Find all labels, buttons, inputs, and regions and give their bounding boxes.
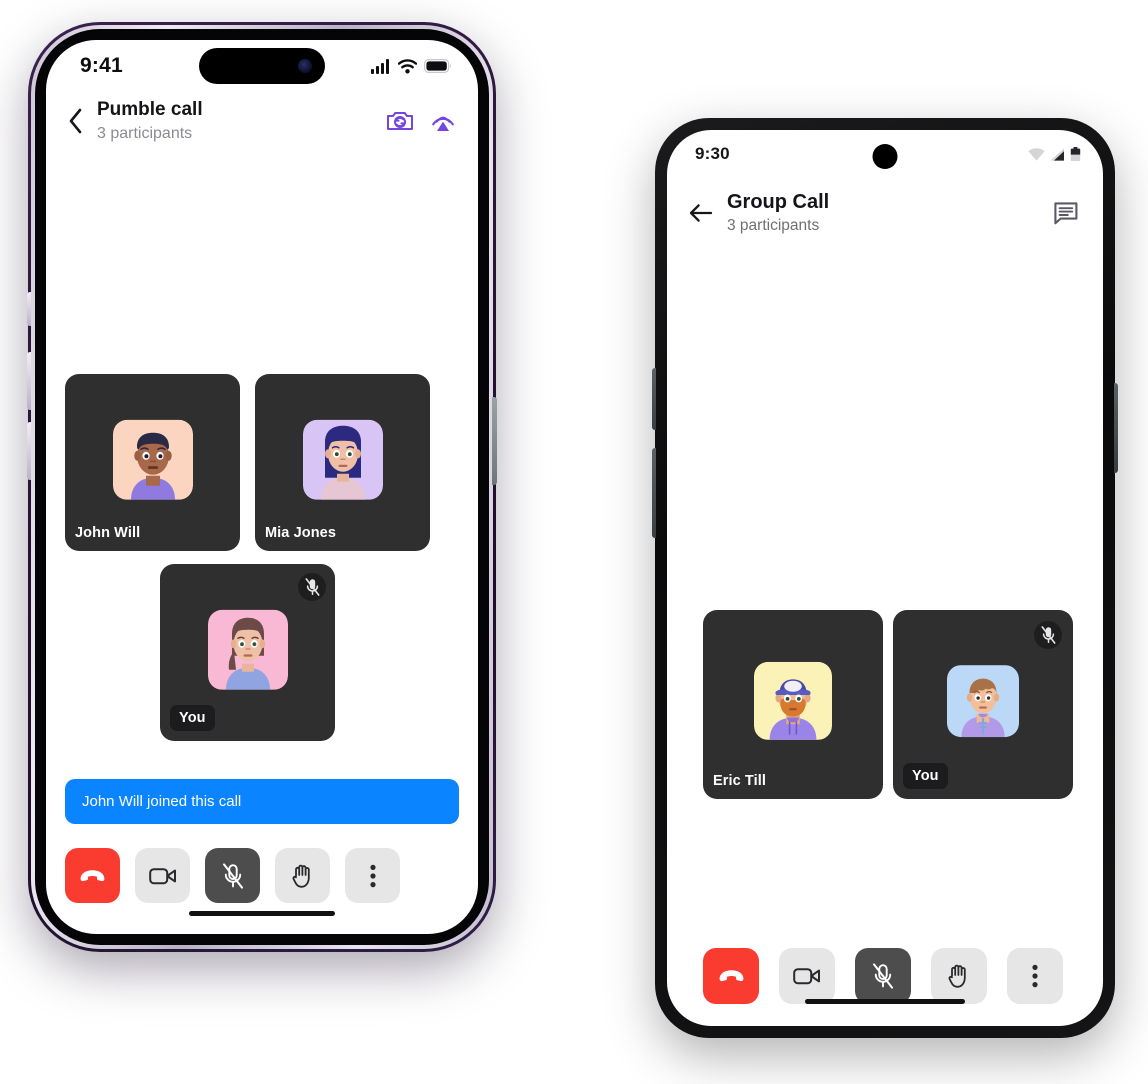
mute-badge <box>1034 620 1062 649</box>
battery-half-icon <box>1070 146 1081 161</box>
participant-tile-you[interactable]: You <box>160 564 335 742</box>
avatar <box>112 419 193 500</box>
android-volume-down-button[interactable] <box>652 368 656 430</box>
mic-off-icon <box>305 578 319 597</box>
avatar <box>207 609 288 690</box>
status-icons <box>1028 146 1081 162</box>
mic-off-icon <box>222 862 243 889</box>
avatar-wrap <box>302 419 383 500</box>
iphone-power-button[interactable] <box>492 397 497 485</box>
flip-camera-icon[interactable] <box>386 109 414 133</box>
mic-toggle-button[interactable] <box>855 948 911 1004</box>
tile-name: Eric Till <box>713 772 767 789</box>
android-call-controls <box>703 948 1067 1004</box>
raised-hand-icon <box>292 864 310 888</box>
join-notification-banner[interactable]: John Will joined this call <box>65 779 459 824</box>
participant-count: 3 participants <box>97 124 193 142</box>
end-call-button[interactable] <box>703 948 759 1004</box>
mic-off-icon <box>1041 626 1055 644</box>
avatar-wrap <box>207 609 288 690</box>
home-indicator[interactable] <box>189 911 335 916</box>
raise-hand-button[interactable] <box>931 948 987 1004</box>
raise-hand-button[interactable] <box>275 848 330 903</box>
video-camera-icon <box>148 867 176 884</box>
two-phone-mockup-scene: 9:41 Pumble call 3 participants John Wil… <box>0 0 1148 1084</box>
wifi-icon <box>1028 147 1045 161</box>
iphone-call-controls <box>65 848 459 903</box>
iphone-status-bar: 9:41 <box>46 40 478 92</box>
iphone-silent-switch[interactable] <box>27 292 31 326</box>
android-call-header: Group Call 3 participants <box>667 178 1103 237</box>
more-vertical-icon <box>1032 964 1038 988</box>
header-actions <box>1053 201 1079 226</box>
mic-toggle-button[interactable] <box>205 848 260 903</box>
avatar-wrap <box>947 665 1019 738</box>
page-title: Pumble call <box>97 99 203 120</box>
iphone-device-frame: 9:41 Pumble call 3 participants John Wil… <box>27 22 497 952</box>
tile-name: John Will <box>75 525 141 542</box>
video-camera-icon <box>793 968 820 985</box>
android-device-frame: 9:30 Group Call 3 participants Eric Till… <box>652 118 1118 1038</box>
status-icons <box>371 58 452 74</box>
avatar <box>947 665 1019 738</box>
more-vertical-icon <box>369 864 376 887</box>
tile-name: Mia Jones <box>265 525 337 542</box>
camera-toggle-button[interactable] <box>135 848 190 903</box>
phone-down-icon <box>719 970 743 982</box>
punch-hole-camera <box>872 144 898 169</box>
android-screen: 9:30 Group Call 3 participants Eric Till… <box>667 130 1103 1026</box>
tile-name: You <box>170 705 215 732</box>
mic-off-icon <box>873 963 893 989</box>
signal-triangle-icon <box>1050 147 1064 161</box>
participant-tile-eric-till[interactable]: Eric Till <box>703 609 883 799</box>
iphone-screen: 9:41 Pumble call 3 participants John Wil… <box>46 40 478 934</box>
camera-toggle-button[interactable] <box>779 948 835 1004</box>
status-time: 9:30 <box>695 144 730 163</box>
chat-icon[interactable] <box>1053 201 1079 226</box>
signal-bars-icon <box>371 58 389 74</box>
iphone-volume-down-button[interactable] <box>27 422 31 480</box>
arrow-left-icon[interactable] <box>689 203 713 223</box>
avatar <box>754 662 832 741</box>
tile-name: You <box>903 762 948 789</box>
page-title: Group Call <box>727 191 830 213</box>
banner-text: John Will joined this call <box>82 793 242 810</box>
android-volume-up-button[interactable] <box>652 448 656 538</box>
avatar-wrap <box>754 662 832 741</box>
airplay-cast-icon[interactable] <box>430 108 456 134</box>
dynamic-island <box>199 48 325 84</box>
participant-tile-john-will[interactable]: John Will <box>65 374 240 552</box>
front-camera-lens-icon <box>298 59 312 73</box>
home-indicator[interactable] <box>805 999 965 1004</box>
header-titles: Pumble call 3 participants <box>97 98 203 144</box>
participant-tile-mia-jones[interactable]: Mia Jones <box>255 374 430 552</box>
header-actions <box>386 108 456 134</box>
participant-tile-you[interactable]: You <box>893 609 1073 799</box>
status-time: 9:41 <box>80 54 123 77</box>
android-status-bar: 9:30 <box>667 130 1103 178</box>
iphone-volume-up-button[interactable] <box>27 352 31 410</box>
more-options-button[interactable] <box>345 848 400 903</box>
avatar <box>302 419 383 500</box>
avatar-wrap <box>112 419 193 500</box>
mute-badge <box>298 573 326 602</box>
raised-hand-icon <box>948 964 966 988</box>
android-power-button[interactable] <box>1114 383 1118 473</box>
participant-count: 3 participants <box>727 217 820 234</box>
header-titles: Group Call 3 participants <box>727 190 829 237</box>
wifi-icon <box>398 58 417 73</box>
battery-full-icon <box>424 59 451 73</box>
chevron-left-icon[interactable] <box>68 108 83 134</box>
iphone-call-header: Pumble call 3 participants <box>46 92 478 144</box>
phone-down-icon <box>80 869 105 881</box>
more-options-button[interactable] <box>1007 948 1063 1004</box>
end-call-button[interactable] <box>65 848 120 903</box>
